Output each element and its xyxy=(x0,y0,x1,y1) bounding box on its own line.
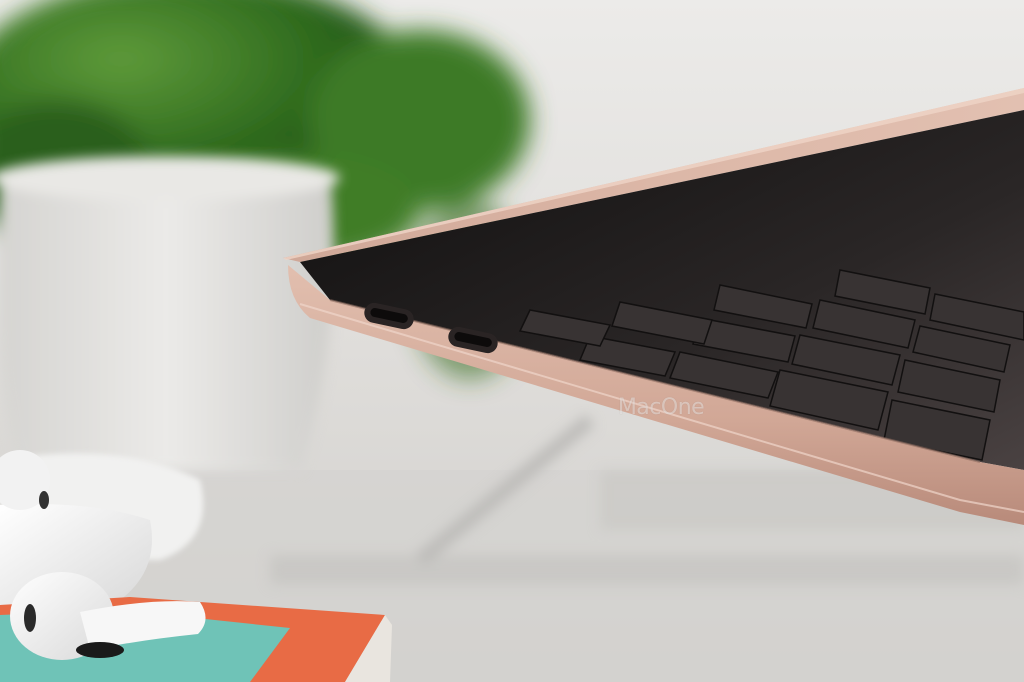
watermark-text: MacOne xyxy=(617,395,705,420)
photo-scene: MacOne xyxy=(0,0,1024,682)
white-pot xyxy=(0,156,340,470)
photo-illustration xyxy=(0,0,1024,682)
